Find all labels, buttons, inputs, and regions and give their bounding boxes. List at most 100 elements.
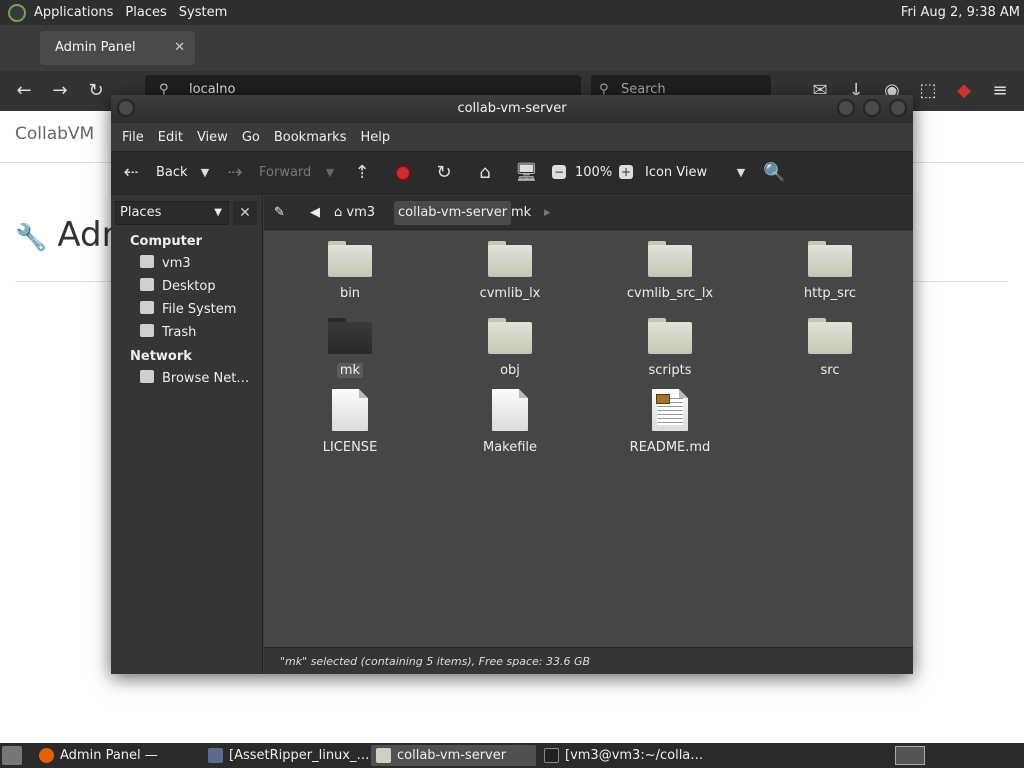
- search-icon[interactable]: 🔍: [763, 163, 785, 183]
- path-button-vm3[interactable]: ⌂ vm3: [330, 201, 379, 225]
- path-button-collab-vm-server[interactable]: collab-vm-server: [394, 201, 512, 225]
- path-button-mk[interactable]: mk: [507, 201, 535, 225]
- menu-go[interactable]: Go: [235, 130, 267, 145]
- applications-logo-icon[interactable]: [8, 3, 26, 22]
- home-folder-icon: [140, 255, 154, 268]
- system-menu[interactable]: System: [173, 0, 233, 25]
- item-label: obj: [500, 363, 520, 378]
- folder-item[interactable]: cvmlib_lx: [445, 241, 575, 301]
- status-bar: "mk" selected (containing 5 items), Free…: [264, 647, 913, 674]
- sidebar-item-label: Desktop: [162, 279, 216, 294]
- sidebar-item-label: vm3: [162, 256, 191, 271]
- tab-label: Admin Panel: [55, 40, 136, 55]
- minimize-button[interactable]: [837, 99, 855, 117]
- workspace-switcher[interactable]: [895, 746, 925, 765]
- folder-item[interactable]: scripts: [605, 318, 735, 378]
- item-label: http_src: [803, 286, 857, 301]
- reload-icon[interactable]: ↻: [82, 77, 110, 105]
- back-button[interactable]: Back: [156, 152, 188, 194]
- drive-icon: [140, 301, 154, 314]
- file-item[interactable]: Makefile: [445, 389, 575, 455]
- file-item[interactable]: README.md: [605, 389, 735, 455]
- tab-admin-panel[interactable]: Admin Panel ✕: [40, 31, 195, 65]
- folder-item[interactable]: src: [765, 318, 895, 378]
- sidebar-item-trash[interactable]: Trash: [140, 323, 196, 343]
- folder-icon: [488, 318, 532, 354]
- window-titlebar[interactable]: collab-vm-server: [111, 95, 913, 123]
- back-arrow-icon[interactable]: ←: [10, 77, 38, 105]
- path-label: vm3: [346, 205, 376, 220]
- chevron-down-icon[interactable]: ▼: [731, 163, 751, 183]
- sidebar-item-file-system[interactable]: File System: [140, 300, 236, 320]
- forward-arrow-icon[interactable]: →: [46, 77, 74, 105]
- folder-icon: [808, 241, 852, 277]
- task-label: Admin Panel — Moz…: [60, 748, 158, 763]
- sidebar-selector-label: Places: [120, 205, 162, 220]
- menu-view[interactable]: View: [190, 130, 235, 145]
- path-scroll-right-icon[interactable]: ▸: [540, 201, 555, 225]
- task-admin-panel[interactable]: Admin Panel — Moz…: [34, 745, 200, 766]
- places-menu[interactable]: Places: [119, 0, 172, 25]
- zoom-out-icon[interactable]: −: [552, 165, 566, 179]
- view-mode-select[interactable]: Icon View: [645, 152, 707, 194]
- item-label: bin: [339, 286, 361, 301]
- folder-item[interactable]: bin: [285, 241, 415, 301]
- back-history-dropdown-icon[interactable]: ▼: [195, 163, 215, 183]
- sidebar-item-label: File System: [162, 302, 237, 317]
- menubar: File Edit View Go Bookmarks Help: [111, 123, 913, 151]
- folder-icon: [648, 241, 692, 277]
- sidebar-item-desktop[interactable]: Desktop: [140, 277, 216, 297]
- window-menu-button[interactable]: [117, 99, 135, 117]
- file-item[interactable]: LICENSE: [285, 389, 415, 455]
- folder-item-selected[interactable]: mk: [285, 318, 415, 378]
- sidebar-item-vm3[interactable]: vm3: [140, 254, 191, 274]
- up-arrow-icon[interactable]: ⇡: [352, 163, 372, 183]
- folder-icon: [488, 241, 532, 277]
- computer-icon[interactable]: 🖥: [515, 163, 538, 183]
- sidebar-heading-network: Network: [130, 349, 192, 364]
- zoom-in-icon[interactable]: +: [619, 165, 633, 179]
- close-button[interactable]: [889, 99, 907, 117]
- home-icon[interactable]: ⌂: [475, 163, 495, 183]
- folder-icon: [328, 318, 372, 354]
- task-assetripper[interactable]: [AssetRipper_linux_…: [203, 745, 370, 766]
- maximize-button[interactable]: [863, 99, 881, 117]
- menu-help[interactable]: Help: [353, 130, 397, 145]
- applications-menu[interactable]: Applications: [28, 0, 119, 25]
- folder-item[interactable]: obj: [445, 318, 575, 378]
- file-manager-body: Places ▼ ✕ Computer vm3 Desktop File Sys…: [111, 196, 913, 674]
- show-desktop-icon[interactable]: [2, 746, 22, 765]
- menu-bookmarks[interactable]: Bookmarks: [267, 130, 354, 145]
- ublock-icon[interactable]: ◆: [950, 77, 978, 105]
- close-sidebar-icon[interactable]: ✕: [233, 201, 257, 225]
- reload-icon[interactable]: ↻: [434, 163, 454, 183]
- sidebar-selector[interactable]: Places ▼: [115, 201, 229, 225]
- icon-view: bin cvmlib_lx cvmlib_src_lx http_src mk: [264, 231, 913, 648]
- path-scroll-left-icon[interactable]: ◀: [306, 201, 324, 225]
- item-label: cvmlib_lx: [479, 286, 541, 301]
- menu-icon[interactable]: ≡: [986, 77, 1014, 105]
- folder-icon: [648, 318, 692, 354]
- back-arrow-icon[interactable]: ⇠: [121, 163, 141, 183]
- menu-edit[interactable]: Edit: [151, 130, 190, 145]
- stop-icon[interactable]: [395, 165, 411, 181]
- desktop-icon: [140, 278, 154, 291]
- task-collab-vm-server[interactable]: collab-vm-server: [371, 745, 536, 766]
- edit-location-icon[interactable]: ✎: [270, 201, 289, 225]
- extensions-icon[interactable]: ⬚: [914, 77, 942, 105]
- folder-icon: [376, 748, 391, 763]
- menu-file[interactable]: File: [115, 130, 151, 145]
- app-window-icon: [208, 748, 223, 763]
- folder-item[interactable]: cvmlib_src_lx: [605, 241, 735, 301]
- text-file-icon: [332, 389, 368, 431]
- page-brand[interactable]: CollabVM: [15, 124, 94, 144]
- task-terminal[interactable]: [vm3@vm3:~/colla…: [539, 745, 704, 766]
- clock[interactable]: Fri Aug 2, 9:38 AM: [901, 0, 1020, 25]
- folder-icon: [808, 318, 852, 354]
- task-label: collab-vm-server: [397, 748, 507, 763]
- folder-item[interactable]: http_src: [765, 241, 895, 301]
- sidebar-item-label: Trash: [162, 325, 197, 340]
- item-label: LICENSE: [322, 440, 378, 455]
- close-tab-icon[interactable]: ✕: [174, 31, 185, 65]
- sidebar-item-browse-network[interactable]: Browse Net…: [140, 369, 249, 389]
